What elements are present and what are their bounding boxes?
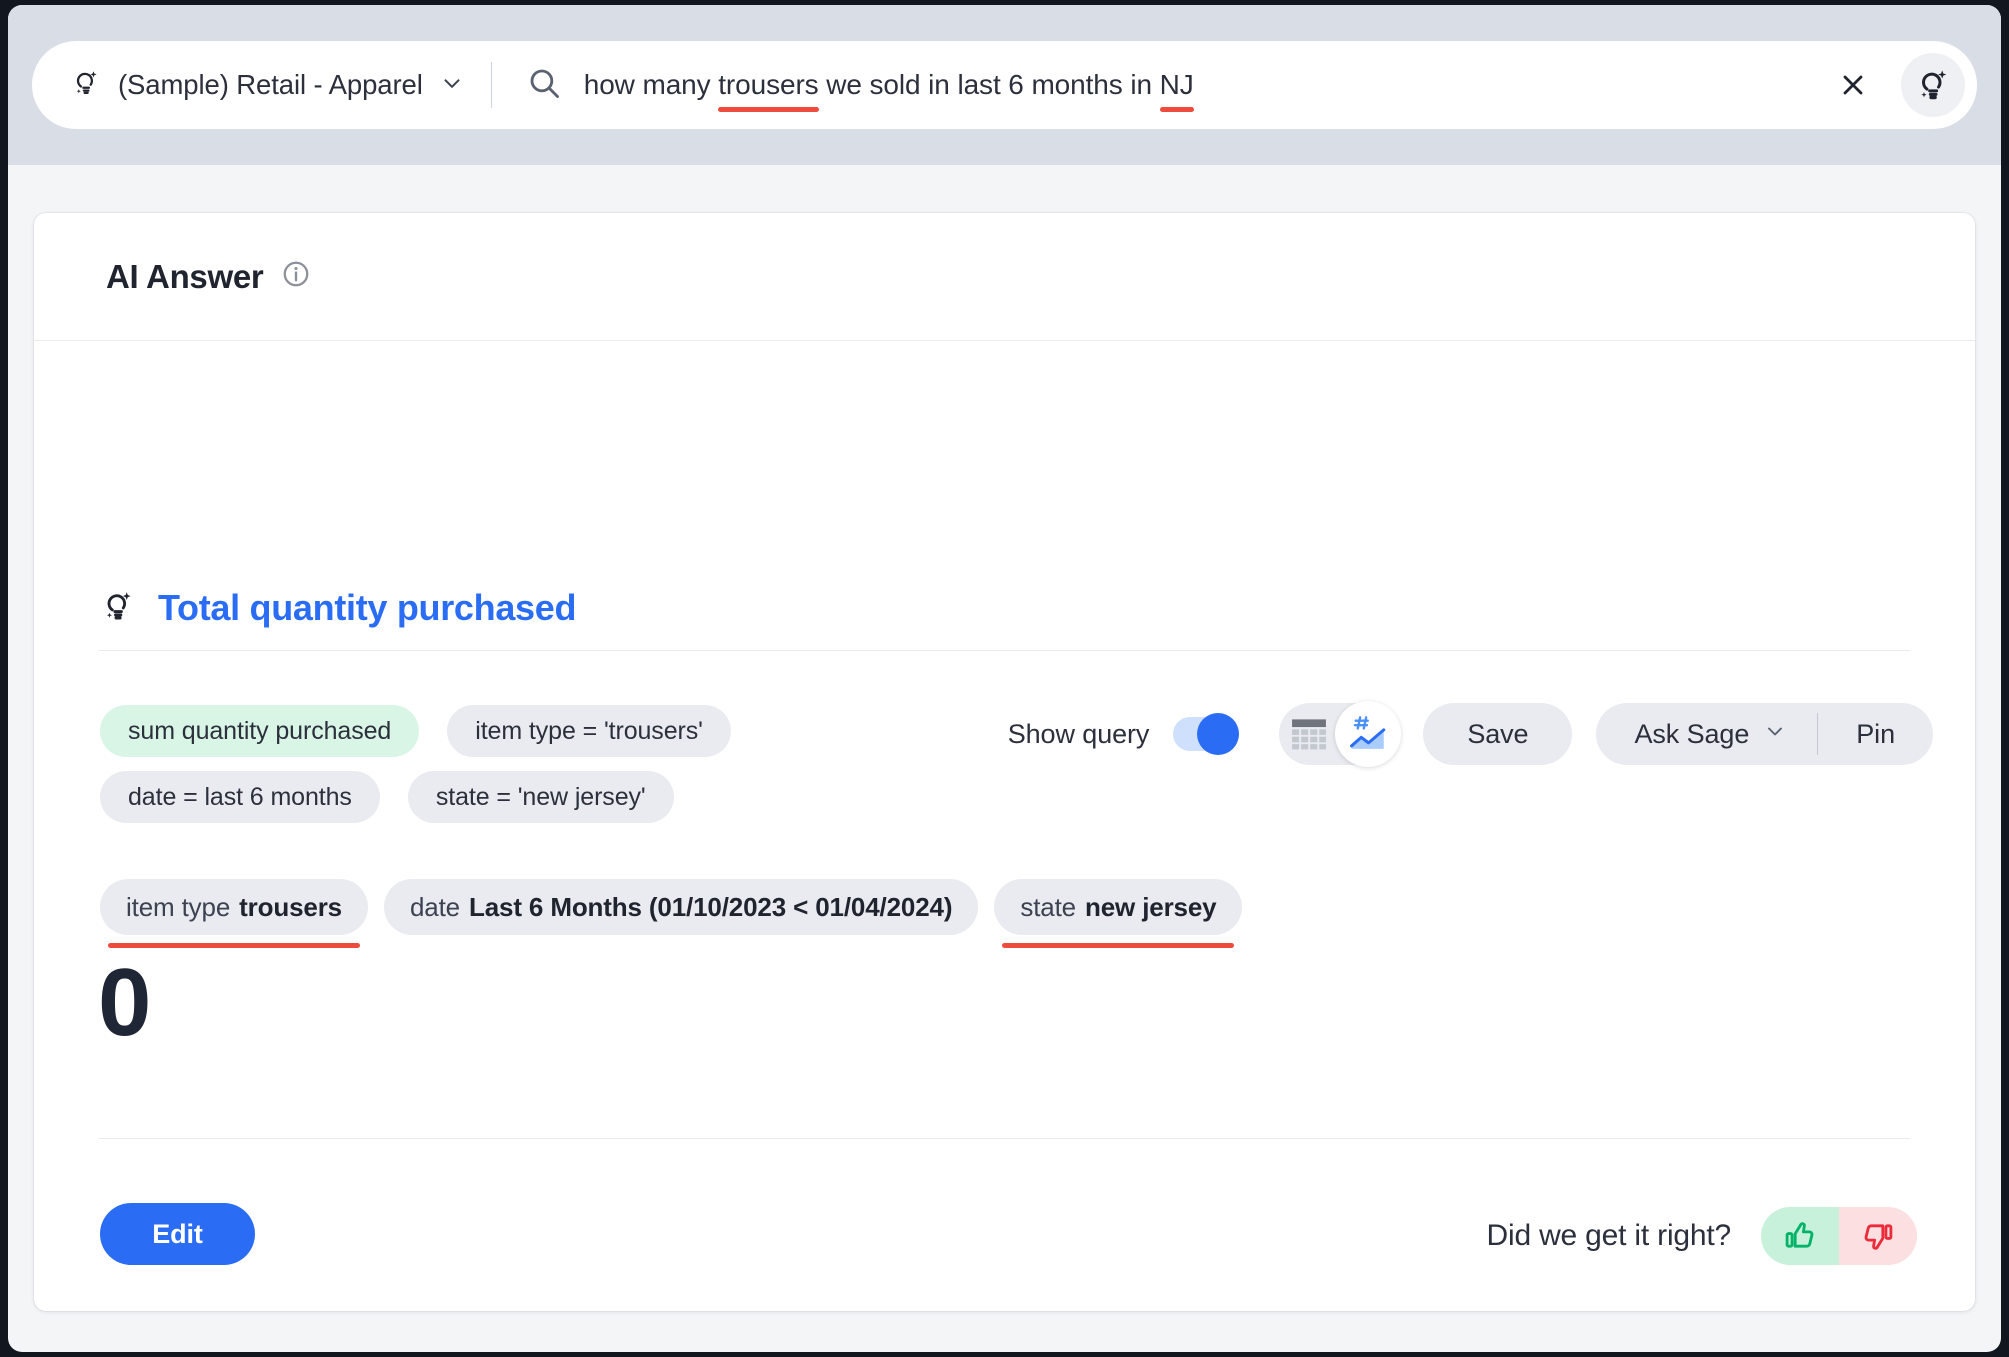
- search-bar: (Sample) Retail - Apparel how many trous…: [32, 41, 1977, 129]
- chevron-down-icon: [439, 70, 465, 101]
- query-text-prefix: how many: [583, 69, 719, 100]
- thumbs-up-button[interactable]: [1761, 1207, 1839, 1265]
- toggle-knob: [1197, 713, 1240, 755]
- clear-search-button[interactable]: [1825, 57, 1881, 113]
- header-divider: [34, 340, 1975, 341]
- footer-divider: [99, 1138, 1910, 1139]
- query-chip-item-type[interactable]: item type = 'trousers': [447, 705, 731, 757]
- query-chip-measure[interactable]: sum quantity purchased: [100, 705, 420, 757]
- table-view-button[interactable]: [1279, 703, 1339, 765]
- data-source-selector[interactable]: (Sample) Retail - Apparel: [32, 41, 491, 129]
- ask-sage-label: Ask Sage: [1634, 718, 1750, 749]
- table-icon: [1292, 719, 1327, 750]
- query-term-nj: NJ: [1159, 69, 1194, 112]
- sage-lightbulb-icon: [1921, 70, 1947, 100]
- edit-button[interactable]: Edit: [100, 1203, 255, 1265]
- chart-icon: [1350, 716, 1386, 749]
- answer-title-row[interactable]: Total quantity purchased: [100, 587, 576, 629]
- filter-key: date: [409, 891, 460, 922]
- thumbs-up-icon: [1785, 1222, 1814, 1248]
- feedback-rating: [1761, 1207, 1917, 1265]
- save-button[interactable]: Save: [1423, 703, 1573, 765]
- filter-chips: item type trousers date Last 6 Months (0…: [100, 879, 1243, 948]
- search-icon: [526, 65, 562, 106]
- answer-title: Total quantity purchased: [158, 587, 577, 628]
- sage-lightbulb-icon: [100, 588, 136, 629]
- sage-lightbulb-icon: [70, 67, 102, 104]
- info-icon[interactable]: [281, 259, 311, 294]
- ask-sage-pin-group: Ask Sage Pin: [1596, 703, 1933, 765]
- thumbs-down-button[interactable]: [1839, 1207, 1917, 1265]
- query-text-middle: we sold in last 6 months in: [818, 69, 1160, 100]
- query-chip-date[interactable]: date = last 6 months: [100, 771, 380, 823]
- pin-button[interactable]: Pin: [1818, 703, 1933, 765]
- feedback-section: Did we get it right?: [1487, 1207, 1917, 1265]
- search-input[interactable]: how many trousers we sold in last 6 mont…: [583, 69, 1194, 112]
- search-band: (Sample) Retail - Apparel how many trous…: [8, 5, 2001, 165]
- filter-key: item type: [126, 891, 231, 922]
- answer-card: AI Answer Total quantity purchased sum q…: [34, 213, 1975, 1311]
- thumbs-down-icon: [1864, 1224, 1893, 1250]
- answer-toolbar: Show query Save Ask Sage Pin: [1007, 701, 1933, 767]
- query-term-trousers: trousers: [718, 69, 819, 112]
- ai-answer-header: AI Answer: [34, 213, 1975, 340]
- pin-label: Pin: [1856, 718, 1895, 749]
- filter-chip-date[interactable]: date Last 6 Months (01/10/2023 < 01/04/2…: [383, 879, 979, 935]
- query-chips: sum quantity purchased item type = 'trou…: [100, 705, 1000, 823]
- filter-value: new jersey: [1085, 891, 1217, 922]
- filter-value: trousers: [239, 891, 342, 922]
- kpi-value: 0: [98, 949, 151, 1056]
- page-title: AI Answer: [106, 257, 264, 295]
- chevron-down-icon: [1763, 719, 1787, 750]
- ask-sage-button[interactable]: [1901, 53, 1965, 117]
- view-switch: [1279, 701, 1402, 767]
- filter-chip-state[interactable]: state new jersey: [994, 879, 1243, 948]
- close-icon: [1843, 75, 1863, 95]
- app-frame: (Sample) Retail - Apparel how many trous…: [8, 5, 2001, 1352]
- chart-view-button[interactable]: [1339, 703, 1399, 765]
- feedback-label: Did we get it right?: [1486, 1219, 1732, 1252]
- ask-sage-dropdown[interactable]: Ask Sage: [1596, 703, 1817, 765]
- show-query-label: Show query: [1007, 718, 1150, 749]
- query-section-divider: [99, 650, 1910, 651]
- filter-value: Last 6 Months (01/10/2023 < 01/04/2024): [469, 891, 953, 922]
- data-source-label: (Sample) Retail - Apparel: [118, 69, 423, 100]
- filter-key: state: [1020, 891, 1076, 922]
- search-input-zone[interactable]: how many trousers we sold in last 6 mont…: [492, 41, 1977, 129]
- show-query-toggle[interactable]: [1173, 713, 1240, 755]
- filter-chip-item-type[interactable]: item type trousers: [100, 879, 368, 948]
- query-chip-state[interactable]: state = 'new jersey': [407, 771, 674, 823]
